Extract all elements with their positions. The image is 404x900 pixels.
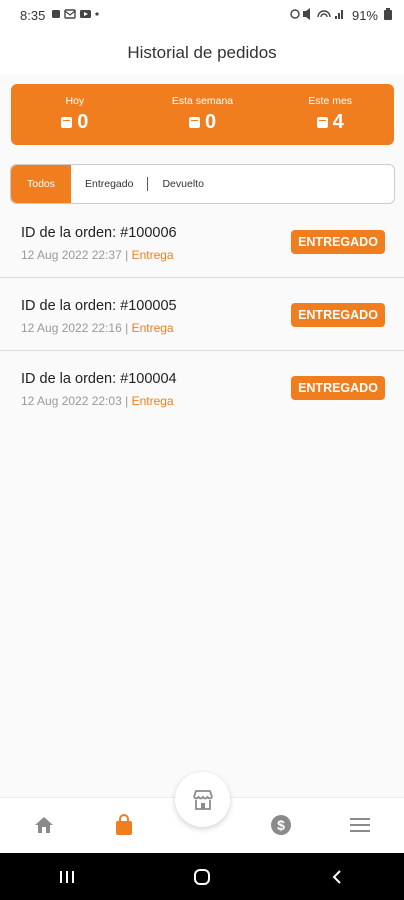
list-item[interactable]: ID de la orden: #100006 12 Aug 2022 22:3… (0, 205, 404, 278)
summary-label: Hoy (65, 95, 85, 107)
summary-week: Esta semana 0 (139, 84, 267, 145)
status-right: 91% (290, 7, 392, 23)
list-item[interactable]: ID de la orden: #100004 12 Aug 2022 22:0… (0, 351, 404, 424)
order-datetime: 12 Aug 2022 22:37 (21, 248, 122, 262)
status-badge: ENTREGADO (291, 376, 385, 400)
order-datetime: 12 Aug 2022 22:03 (21, 394, 122, 408)
status-badge: ENTREGADO (291, 230, 385, 254)
order-datetime: 12 Aug 2022 22:16 (21, 321, 122, 335)
order-separator: | (125, 321, 129, 335)
order-meta: 12 Aug 2022 22:37 | Entrega (21, 248, 174, 262)
summary-month: Este mes 4 (266, 84, 394, 145)
store-icon (192, 789, 213, 810)
status-badge: ENTREGADO (291, 303, 385, 327)
order-meta: 12 Aug 2022 22:16 | Entrega (21, 321, 174, 335)
order-meta: 12 Aug 2022 22:03 | Entrega (21, 394, 174, 408)
summary-count: 4 (332, 111, 344, 133)
home-icon (35, 817, 53, 833)
filter-tabs: Todos Entregado Devuelto (10, 164, 395, 204)
back-button[interactable] (317, 862, 357, 892)
order-type: Entrega (131, 394, 174, 408)
summary-label: Este mes (308, 95, 353, 107)
order-list: ID de la orden: #100006 12 Aug 2022 22:3… (0, 205, 404, 424)
status-bar: 8:35 91% (0, 0, 404, 30)
list-item[interactable]: ID de la orden: #100005 12 Aug 2022 22:1… (0, 278, 404, 351)
svg-text:$: $ (277, 817, 285, 833)
calendar-icon (316, 117, 328, 128)
recents-icon (60, 870, 75, 883)
battery-icon (384, 7, 392, 23)
back-chevron-icon (332, 869, 341, 884)
summary-label: Esta semana (171, 95, 234, 107)
store-button[interactable] (175, 772, 230, 827)
order-id: ID de la orden: #100004 (21, 371, 177, 387)
nav-earnings[interactable]: $ (268, 812, 294, 838)
summary-count: 0 (204, 111, 217, 133)
tab-devuelto[interactable]: Devuelto (148, 165, 217, 203)
status-time: 8:35 (20, 7, 46, 23)
battery-percent: 91% (351, 7, 378, 23)
summary-value: 0 (188, 111, 217, 134)
calendar-icon (188, 117, 200, 128)
dollar-icon: $ (271, 815, 291, 835)
menu-icon (350, 818, 370, 832)
summary-today: Hoy 0 (11, 84, 139, 145)
order-id: ID de la orden: #100006 (21, 225, 177, 241)
tab-entregado[interactable]: Entregado (71, 165, 147, 203)
summary-value: 4 (316, 111, 344, 134)
status-left: 8:35 (20, 8, 101, 23)
order-summary-card: Hoy 0 Esta semana 0 Este mes 4 (11, 84, 394, 145)
calendar-icon (61, 117, 73, 128)
nav-menu[interactable] (347, 812, 373, 838)
tab-todos[interactable]: Todos (11, 165, 71, 203)
nav-orders[interactable] (111, 812, 137, 838)
order-separator: | (125, 394, 129, 408)
home-circle-icon (193, 868, 210, 885)
shopping-bag-icon (116, 814, 132, 835)
order-type: Entrega (131, 321, 174, 335)
order-id: ID de la orden: #100005 (21, 298, 177, 314)
nav-home[interactable] (31, 812, 57, 838)
order-type: Entrega (131, 248, 174, 262)
system-status-icons (290, 7, 346, 23)
summary-count: 0 (77, 111, 89, 133)
home-system-button[interactable] (182, 862, 222, 892)
recents-button[interactable] (47, 862, 87, 892)
summary-value: 0 (61, 111, 88, 134)
page-title: Historial de pedidos (127, 42, 277, 62)
order-separator: | (125, 248, 129, 262)
notification-icons (51, 8, 101, 23)
app-header: Historial de pedidos (0, 30, 404, 75)
system-nav-bar (0, 853, 404, 900)
